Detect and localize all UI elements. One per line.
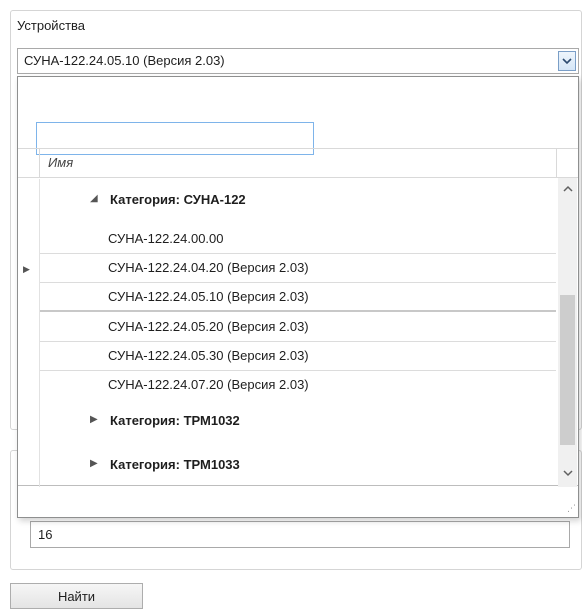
list-item[interactable]: СУНА-122.24.04.20 (Версия 2.03) bbox=[40, 254, 556, 283]
find-button[interactable]: Найти bbox=[10, 583, 143, 609]
chevron-up-icon[interactable] bbox=[558, 178, 577, 198]
list-item-label: СУНА-122.24.07.20 (Версия 2.03) bbox=[108, 377, 309, 392]
group-row[interactable]: ▶ Категория: ТРМ1032 bbox=[40, 400, 556, 444]
list-item[interactable]: СУНА-122.24.07.20 (Версия 2.03) bbox=[40, 371, 556, 400]
list-item-label: СУНА-122.24.04.20 (Версия 2.03) bbox=[108, 260, 309, 275]
resize-grip-icon[interactable]: ⋰ bbox=[567, 503, 576, 514]
chevron-down-icon[interactable] bbox=[558, 51, 576, 71]
device-grid: Имя ◢ Категория: СУНА-122 СУНА-122.24.00… bbox=[18, 148, 578, 488]
row-pointer-icon: ▶ bbox=[23, 264, 30, 274]
group-row[interactable]: ▶ Категория: ТРМ1033 bbox=[40, 444, 556, 488]
list-item-label: СУНА-122.24.05.10 (Версия 2.03) bbox=[108, 289, 309, 304]
list-item-label: СУНА-122.24.05.20 (Версия 2.03) bbox=[108, 319, 309, 334]
value-field[interactable]: 16 bbox=[30, 521, 570, 548]
device-dropdown-popup: Имя ◢ Категория: СУНА-122 СУНА-122.24.00… bbox=[17, 76, 579, 518]
triangle-expanded-icon[interactable]: ◢ bbox=[90, 193, 98, 204]
list-item[interactable]: СУНА-122.24.05.20 (Версия 2.03) bbox=[40, 313, 556, 342]
scrollbar-thumb[interactable] bbox=[560, 295, 575, 445]
chevron-down-icon[interactable] bbox=[558, 463, 577, 483]
list-item[interactable]: СУНА-122.24.05.30 (Версия 2.03) bbox=[40, 342, 556, 371]
group-label: Категория: ТРМ1033 bbox=[110, 457, 240, 472]
triangle-collapsed-icon[interactable]: ▶ bbox=[90, 458, 98, 469]
list-item-label: СУНА-122.24.05.30 (Версия 2.03) bbox=[108, 348, 309, 363]
devices-label: Устройства bbox=[17, 18, 86, 33]
list-item-label: СУНА-122.24.00.00 bbox=[108, 231, 224, 246]
list-item-current[interactable]: СУНА-122.24.05.10 (Версия 2.03) bbox=[40, 283, 556, 312]
grid-header: Имя bbox=[18, 149, 578, 178]
value-text: 16 bbox=[38, 527, 53, 542]
vertical-scrollbar[interactable] bbox=[558, 178, 577, 487]
row-indicator-header bbox=[18, 149, 40, 178]
column-header-name[interactable]: Имя bbox=[48, 155, 73, 170]
list-item[interactable]: СУНА-122.24.00.00 bbox=[40, 225, 556, 254]
group-label: Категория: СУНА-122 bbox=[110, 192, 246, 207]
group-row[interactable]: ◢ Категория: СУНА-122 bbox=[40, 179, 556, 223]
triangle-collapsed-icon[interactable]: ▶ bbox=[90, 414, 98, 425]
device-combobox[interactable]: СУНА-122.24.05.10 (Версия 2.03) bbox=[17, 48, 579, 74]
header-separator bbox=[556, 149, 557, 178]
group-label: Категория: ТРМ1032 bbox=[110, 413, 240, 428]
row-indicator-column bbox=[18, 179, 40, 487]
combo-selected-text: СУНА-122.24.05.10 (Версия 2.03) bbox=[24, 53, 225, 68]
